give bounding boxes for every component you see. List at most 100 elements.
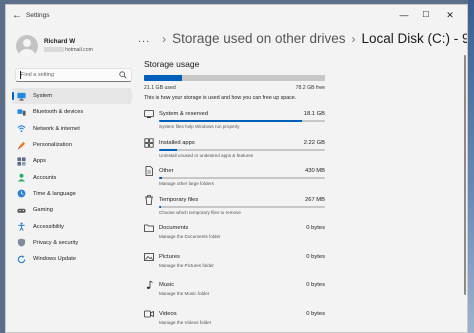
category-description: System files help Windows run properly — [159, 124, 240, 129]
category-usage-bar — [159, 205, 325, 208]
sidebar-item-label: Personalization — [33, 142, 72, 149]
trash-icon — [145, 194, 153, 205]
storage-category-system-reserved[interactable]: System & reserved 18.1 GB System files h… — [136, 108, 467, 137]
avatar-body-shape — [19, 49, 35, 57]
sidebar-item-label: Windows Update — [33, 256, 76, 263]
user-email-domain: hotmail.com — [65, 47, 93, 53]
avatar[interactable] — [16, 35, 38, 57]
sidebar-item-system[interactable]: System — [12, 88, 132, 105]
back-arrow-icon[interactable]: ← — [12, 10, 22, 22]
sidebar-item-label: Gaming — [33, 207, 53, 214]
title-bar: ← Settings — ☐ ✕ — [6, 5, 467, 27]
storage-usage-bar-fill — [144, 75, 182, 81]
monitor-icon — [17, 92, 26, 101]
storage-category-installed-apps[interactable]: Installed apps 2.22 GB Uninstall unused … — [136, 137, 467, 166]
sidebar-item-label: Privacy & security — [33, 239, 79, 246]
storage-description: This is how your storage is used and how… — [144, 95, 297, 101]
desktop-wallpaper-edge — [468, 0, 474, 333]
main-content: ... › Storage used on other drives › Loc… — [136, 27, 467, 333]
shield-icon — [17, 238, 26, 247]
sidebar-item-network[interactable]: Network & internet — [12, 121, 132, 137]
controller-icon — [17, 206, 26, 215]
system-drive-icon — [144, 110, 154, 118]
user-name: Richard W — [44, 38, 76, 45]
category-size: 0 bytes — [306, 282, 325, 288]
document-icon — [145, 166, 153, 176]
search-box[interactable] — [15, 68, 132, 82]
category-description: Manage the Documents folder — [159, 234, 221, 239]
scrollbar[interactable] — [464, 55, 466, 295]
category-usage-bar-fill — [159, 205, 162, 208]
avatar-head-shape — [23, 39, 31, 47]
category-description: Choose which temporary files to remove — [159, 209, 241, 215]
picture-icon — [144, 252, 154, 261]
sidebar-item-label: Bluetooth & devices — [33, 109, 84, 116]
wifi-icon — [17, 124, 26, 133]
sidebar-item-label: System — [33, 93, 52, 100]
category-name: Documents — [159, 225, 189, 231]
sidebar-item-time-language[interactable]: Time & language — [12, 186, 132, 202]
sidebar-item-label: Apps — [33, 158, 46, 165]
person-icon — [17, 173, 26, 182]
sidebar-item-label: Time & language — [33, 190, 76, 197]
brush-icon — [17, 141, 26, 150]
page-title: Local Disk (C:) - 99.3 GB — [361, 31, 467, 46]
sidebar-item-personalization[interactable]: Personalization — [12, 137, 132, 153]
category-name: Other — [159, 168, 174, 174]
storage-category-documents[interactable]: Documents 0 bytes Manage the Documents f… — [136, 222, 467, 251]
storage-category-temporary-files[interactable]: Temporary files 267 MB Choose which temp… — [136, 194, 467, 223]
close-button[interactable]: ✕ — [441, 8, 459, 22]
category-name: Pictures — [159, 253, 180, 260]
category-size: 2.22 GB — [303, 139, 325, 146]
search-input[interactable] — [21, 69, 117, 81]
breadcrumb-overflow-button[interactable]: ... — [138, 33, 150, 45]
chevron-right-icon: › — [351, 31, 356, 46]
sidebar-item-accounts[interactable]: Accounts — [12, 169, 132, 185]
minimize-button[interactable]: — — [395, 8, 413, 22]
chevron-right-icon: › — [162, 31, 167, 46]
category-name: Installed apps — [159, 139, 195, 146]
sidebar-item-label: Network & internet — [33, 125, 80, 132]
sidebar-item-apps[interactable]: Apps — [12, 153, 132, 169]
breadcrumb-parent-link[interactable]: Storage used on other drives — [172, 31, 345, 46]
sidebar-item-label: Accounts — [33, 174, 57, 181]
category-usage-bar — [159, 177, 325, 179]
sidebar-item-accessibility[interactable]: Accessibility — [12, 218, 132, 234]
storage-category-pictures[interactable]: Pictures 0 bytes Manage the Pictures fol… — [136, 251, 467, 280]
maximize-button[interactable]: ☐ — [417, 8, 435, 22]
category-name: System & reserved — [159, 111, 208, 117]
category-description: Manage the Pictures folder — [159, 262, 214, 268]
sidebar-item-privacy-security[interactable]: Privacy & security — [12, 235, 132, 251]
video-icon — [144, 310, 154, 317]
apps-icon — [17, 157, 26, 166]
nav-list: System Bluetooth & devices Network & int… — [12, 88, 132, 267]
sidebar: Richard W hotmail.com System Bluetooth &… — [6, 27, 136, 332]
bluetooth-icon — [17, 108, 26, 117]
apps-grid-icon — [144, 137, 154, 148]
category-name: Videos — [159, 310, 177, 317]
sidebar-item-bluetooth[interactable]: Bluetooth & devices — [12, 104, 132, 120]
category-description: Manage other large folders — [159, 181, 214, 186]
storage-category-music[interactable]: Music 0 bytes Manage the Music folder — [136, 279, 467, 308]
storage-used-label: 21.1 GB used — [144, 85, 176, 91]
storage-free-label: 78.2 GB free — [295, 85, 325, 91]
sidebar-item-gaming[interactable]: Gaming — [12, 202, 132, 218]
category-description: Uninstall unused or undesired apps & fea… — [159, 152, 254, 158]
category-size: 430 MB — [305, 168, 325, 174]
sidebar-item-windows-update[interactable]: Windows Update — [12, 251, 132, 267]
globe-clock-icon — [17, 189, 26, 198]
storage-category-videos[interactable]: Videos 0 bytes Manage the Videos folder — [136, 308, 467, 333]
sidebar-item-label: Accessibility — [33, 223, 64, 230]
search-icon[interactable] — [119, 71, 127, 79]
storage-category-other[interactable]: Other 430 MB Manage other large folders — [136, 165, 467, 194]
app-title: Settings — [26, 12, 50, 19]
category-description: Manage the Music folder — [159, 291, 210, 296]
category-name: Temporary files — [159, 196, 199, 203]
category-usage-bar — [159, 120, 325, 122]
user-email: hotmail.com — [44, 47, 93, 53]
update-icon — [17, 254, 26, 264]
music-note-icon — [146, 280, 153, 289]
category-size: 0 bytes — [306, 310, 325, 317]
section-title: Storage usage — [144, 59, 200, 69]
category-size: 0 bytes — [306, 253, 325, 260]
